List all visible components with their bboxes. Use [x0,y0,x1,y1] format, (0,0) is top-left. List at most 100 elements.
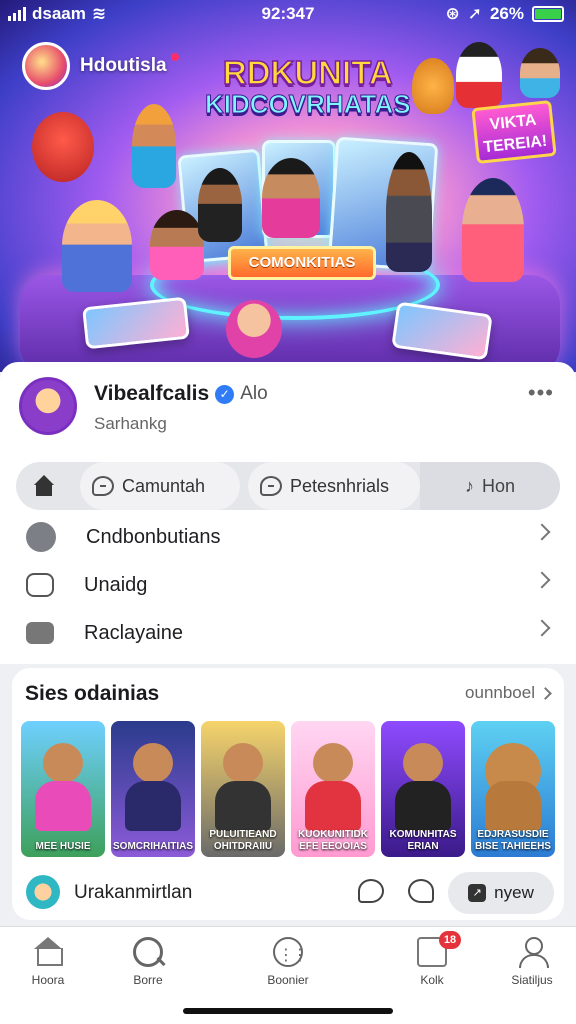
share-icon[interactable] [408,879,434,903]
chevron-right-icon [533,571,551,589]
nav-label: Borre [133,973,163,987]
tab-label: Camuntah [122,475,206,496]
tab-bar: Camuntah Petesnhrials ♪ Hon [16,462,560,510]
briefcase-icon [26,622,54,644]
nav-label: Kolk [420,973,444,987]
notification-badge: 18 [439,931,461,949]
tab-hon[interactable]: ♪ Hon [420,462,560,510]
apps-grid-icon [273,937,309,967]
profile-name-row[interactable]: Vibealfcalis ✓ Alo [94,382,268,406]
new-button-label: nyew [494,883,534,902]
notification-dot [170,53,179,61]
menu-item-unaidg[interactable]: Unaidg [18,562,558,608]
profile-subtitle: Sarhankg [94,414,167,433]
section-title: Sies odainias [25,682,160,705]
brand-logo [22,42,70,90]
video-thumbnail[interactable]: PULUITIEAND OHITDRAIIU [201,721,285,857]
thumbnail-caption: MEE HUSIE [35,841,91,852]
thumbnail-caption: EDJRASUSDIE BISE TAHIEEHS [475,829,551,852]
nav-label: Boonier [267,973,309,987]
profile-avatar[interactable] [19,377,77,435]
menu-item-raclayaine[interactable]: Raclayaine [18,610,558,656]
image-icon [26,573,54,597]
inbox-icon: 18 [417,931,461,967]
banner-ribbon: COMONKITIAS [228,246,376,280]
character-kid-7 [132,104,176,188]
character-kid-4 [262,158,320,238]
verified-icon: ✓ [215,384,235,404]
profile-meta: Alo [240,383,268,404]
character-kid-5 [386,152,432,272]
tab-label: Hon [481,475,516,496]
footer-avatar[interactable] [26,875,60,909]
section-footer: Urakanmirtlan ↗ nyew [22,870,554,916]
thumbnail-caption: KOMUNHITAS ERIAN [389,829,457,852]
brand[interactable]: Hdoutisla [22,42,179,90]
chevron-right-icon [533,619,551,637]
home-indicator[interactable] [183,1008,393,1014]
mascot-fox [412,58,454,114]
battery-percent: 26% [489,4,524,23]
see-more-link[interactable]: ounnboel [465,683,552,703]
group-icon [26,522,56,552]
headline-line-1: RDKUNITA [222,54,393,91]
search-icon [133,937,163,967]
thumbnail-caption: KUOKUNITIDK EFE EEOOIAS [298,829,368,852]
nav-label: Siatiljus [511,973,553,987]
more-options-icon[interactable]: ••• [528,380,554,406]
tab-camuntah[interactable]: Camuntah [80,462,240,510]
headline-line-2: KIDCOVRHATAS [205,88,412,119]
character-kid-1 [62,200,132,292]
tab-petesnhrials[interactable]: Petesnhrials [248,462,420,510]
mascot-pink [226,300,282,358]
music-note-icon: ♪ [464,475,474,496]
alarm-icon: ⊛ [445,4,460,23]
location-icon: ➚ [467,4,482,23]
share-square-icon: ↗ [468,884,487,902]
character-kid-6 [462,178,524,282]
see-more-label: ounnboel [465,683,535,702]
nav-home[interactable]: Hoora [0,937,96,987]
battery-icon [532,6,564,22]
menu-label: Raclayaine [84,621,183,644]
hero-banner[interactable]: dsaam ≋ 92:347 ⊛ ➚ 26% Hdoutisla RDKUNIT… [0,0,576,372]
videos-section: Sies odainias ounnboel MEE HUSIE SOMCRIH… [12,668,564,920]
chat-bubble-icon [92,476,114,496]
menu-label: Cndbonbutians [86,525,221,548]
video-thumbnail[interactable]: SOMCRIHAITIAS [111,721,195,857]
profile-name: Vibealfcalis [94,382,210,405]
home-icon [33,937,63,967]
video-thumbnail[interactable]: MEE HUSIE [21,721,105,857]
comment-icon [260,476,282,496]
menu-item-cndbonbutians[interactable]: Cndbonbutians [18,514,558,560]
tab-home[interactable] [16,462,72,510]
banner-sign: VIKTA TEREIA! [471,99,557,165]
character-kid-3 [198,168,242,242]
comment-icon[interactable] [358,879,384,903]
video-thumbnail[interactable]: KOMUNHITAS ERIAN [381,721,465,857]
character-kid-8 [520,48,560,98]
footer-text: Urakanmirtlan [74,882,193,903]
thumbnail-caption: PULUITIEAND OHITDRAIIU [209,829,277,852]
status-bar: dsaam ≋ 92:347 ⊛ ➚ 26% [0,0,576,30]
character-kid-2 [150,210,204,280]
menu-label: Unaidg [84,573,148,596]
nav-search[interactable]: Borre [100,937,196,987]
home-icon [32,475,56,497]
nav-notes[interactable]: 18 Kolk [384,931,480,987]
new-button[interactable]: ↗ nyew [448,872,554,914]
mascot-dog [456,42,502,108]
video-thumbnail[interactable]: KUOKUNITIDK EFE EEOOIAS [291,721,375,857]
tab-label: Petesnhrials [290,475,390,496]
chevron-right-icon [539,686,552,700]
profile-card: Vibealfcalis ✓ Alo Sarhankg ••• Camuntah… [0,362,576,664]
brand-name: Hdoutisla [80,55,167,76]
thumbnail-row: MEE HUSIE SOMCRIHAITIAS PULUITIEAND OHIT… [21,721,557,857]
banner-headline: RDKUNITA KIDCOVRHATAS [205,54,412,119]
nav-profile[interactable]: Siatiljus [484,937,576,987]
nav-center[interactable]: Boonier [240,937,336,987]
chevron-right-icon [533,523,551,541]
mascot-red [32,112,94,182]
nav-label: Hoora [31,973,65,987]
video-thumbnail[interactable]: EDJRASUSDIE BISE TAHIEEHS [471,721,555,857]
